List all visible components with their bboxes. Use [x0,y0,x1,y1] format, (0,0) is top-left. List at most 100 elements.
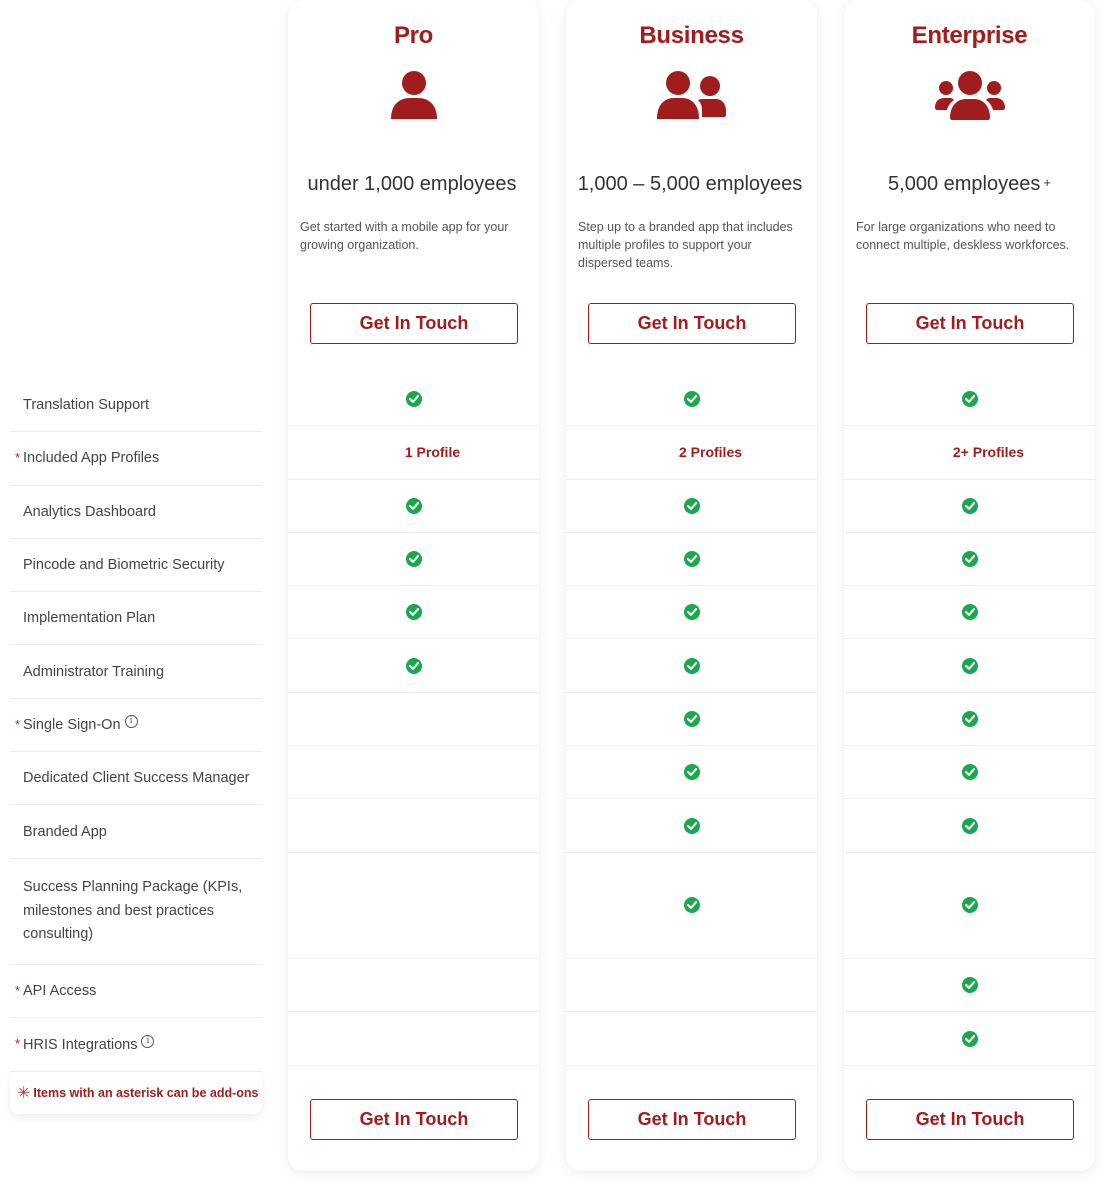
feature-cell [288,959,539,1013]
plan-card-pro: Pro under 1,000 employees Get started wi… [288,0,539,1171]
plan-description: Get started with a mobile app for your g… [300,220,509,252]
check-circle-icon [405,497,422,514]
check-circle-icon [961,657,978,674]
feature-row: * Single Sign-On i [10,699,262,753]
feature-cell [288,480,539,533]
check-circle-icon [683,391,700,408]
feature-cell [566,586,817,640]
addon-note-text: Items with an asterisk can be add-ons [33,1085,259,1100]
plan-title: Enterprise [911,22,1028,49]
feature-cell [288,746,539,800]
feature-label: Success Planning Package (KPIs, mileston… [23,879,243,943]
employee-range: under 1,000 employees [307,173,517,195]
get-in-touch-button-bottom[interactable]: Get In Touch [866,1099,1074,1140]
feature-cell: 1 Profile [288,426,539,480]
asterisk-marker: * [15,1036,21,1052]
feature-label: API Access [23,983,97,1000]
get-in-touch-button-bottom[interactable]: Get In Touch [588,1099,796,1140]
feature-row: * Included App Profiles [10,432,262,486]
feature-label: Analytics Dashboard [23,503,156,520]
feature-cell [844,693,1095,747]
feature-label: Dedicated Client Success Manager [23,770,250,787]
get-in-touch-button-top[interactable]: Get In Touch [310,303,518,344]
check-circle-icon [683,497,700,514]
feature-cell [844,746,1095,800]
feature-cell [566,480,817,533]
feature-cell: 2+ Profiles [844,426,1095,480]
feature-label: Administrator Training [23,663,165,680]
get-in-touch-button-top[interactable]: Get In Touch [866,303,1074,344]
feature-cell [844,533,1095,587]
feature-cell [288,1012,539,1066]
feature-label: Branded App [23,823,107,840]
feature-cell [844,799,1095,853]
asterisk-icon: ✳ [17,1084,31,1102]
check-circle-icon [961,391,978,408]
check-circle-icon [405,604,422,621]
feature-cell [844,639,1095,693]
feature-label: Pincode and Biometric Security [23,557,225,574]
feature-cell [566,959,817,1013]
feature-cell [844,959,1095,1013]
feature-cell [566,746,817,800]
feature-cell: 2 Profiles [566,426,817,480]
feature-label: Translation Support [23,397,150,414]
check-circle-icon [683,817,700,834]
feature-row: Implementation Plan [10,592,262,646]
plan-description: Step up to a branded app that includes m… [578,220,793,270]
feature-cell [288,533,539,587]
feature-label: HRIS Integrations [23,1036,138,1053]
feature-cell [844,480,1095,533]
addon-note: ✳ Items with an asterisk can be add-ons [10,1071,262,1114]
user-pair-icon [566,70,817,120]
check-circle-icon [961,1030,978,1047]
check-circle-icon [961,764,978,781]
feature-cell [288,799,539,853]
feature-cell [566,533,817,587]
check-circle-icon [683,551,700,568]
user-icon [288,70,539,120]
feature-row: Analytics Dashboard [10,486,262,539]
feature-row: Dedicated Client Success Manager [10,752,262,806]
check-circle-icon [405,657,422,674]
check-circle-icon [683,657,700,674]
users-group-icon [844,70,1095,120]
feature-cell [288,693,539,747]
feature-cell [566,639,817,693]
plan-description: For large organizations who need to conn… [856,220,1070,252]
feature-row: Pincode and Biometric Security [10,539,262,593]
feature-cell [566,693,817,747]
plan-title: Pro [393,22,434,49]
feature-cell [288,586,539,640]
feature-cell [566,799,817,853]
profile-count: 2 Profiles [678,444,743,461]
check-circle-icon [961,897,978,914]
feature-label: Included App Profiles [23,450,160,467]
feature-cell [844,586,1095,640]
get-in-touch-button-bottom[interactable]: Get In Touch [310,1099,518,1140]
feature-cells: 2 Profiles [566,373,817,1066]
check-circle-icon [683,604,700,621]
check-circle-icon [405,391,422,408]
info-icon[interactable]: i [141,1035,155,1049]
check-circle-icon [961,710,978,727]
feature-cell [844,373,1095,427]
check-circle-icon [961,817,978,834]
plan-card-enterprise: Enterprise 5,000 employees + For large or… [844,0,1095,1171]
feature-label: Single Sign-On [23,716,121,733]
feature-row: Administrator Training [10,645,262,699]
check-circle-icon [683,710,700,727]
get-in-touch-button-top[interactable]: Get In Touch [588,303,796,344]
plan-title: Business [639,22,744,49]
asterisk-marker: * [15,983,21,999]
check-circle-icon [405,551,422,568]
feature-cells: 1 Profile [288,373,539,1066]
asterisk-marker: * [15,716,21,732]
employee-range: 5,000 employees + [888,173,1051,195]
feature-cell [288,853,539,960]
feature-row: * API Access [10,965,262,1019]
feature-row: Branded App [10,805,262,859]
feature-cell [288,639,539,693]
info-icon[interactable]: i [124,715,138,729]
feature-cell [566,373,817,427]
